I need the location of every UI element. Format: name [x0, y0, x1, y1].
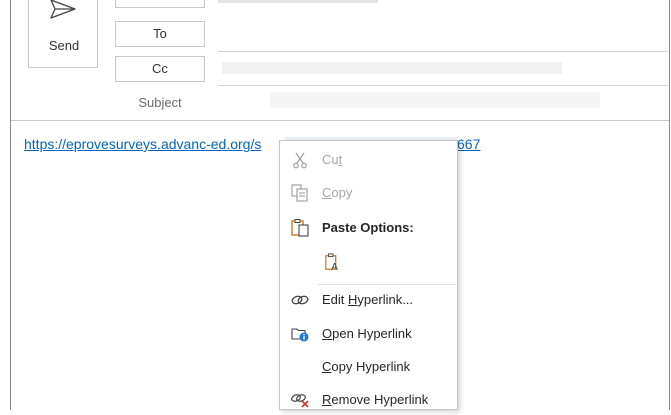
menu-label-cut: Cut	[322, 152, 343, 167]
menu-item-open-hyperlink[interactable]: Open Hyperlink	[280, 319, 457, 349]
cc-button[interactable]: Cc	[115, 56, 205, 82]
menu-item-remove-hyperlink[interactable]: Remove Hyperlink	[280, 385, 457, 415]
send-icon	[50, 0, 76, 19]
menu-item-copy[interactable]: Copy	[280, 178, 457, 208]
copy-icon	[291, 184, 308, 202]
send-button[interactable]: Send	[28, 0, 98, 68]
cc-field-redacted	[222, 62, 562, 74]
subject-field-redacted	[270, 92, 600, 108]
remove-link-icon	[291, 394, 309, 408]
paste-options-heading: Paste Options:	[322, 220, 414, 235]
menu-label-edit-hyperlink: Edit Hyperlink...	[322, 292, 414, 307]
cc-field-underline	[218, 85, 668, 86]
menu-item-edit-hyperlink[interactable]: Edit Hyperlink...	[280, 285, 457, 315]
svg-text:A: A	[331, 262, 338, 271]
menu-label-remove-hyperlink: Remove Hyperlink	[322, 392, 429, 407]
to-button[interactable]: To	[115, 21, 205, 47]
menu-label-copy: Copy	[322, 185, 353, 200]
menu-label-copy-hyperlink: Copy Hyperlink	[322, 359, 411, 374]
header-separator	[11, 120, 669, 121]
paste-keep-text-only-button[interactable]: A	[316, 247, 348, 277]
send-label: Send	[48, 38, 80, 53]
menu-label-open-hyperlink: Open Hyperlink	[322, 326, 412, 341]
subject-label: Subject	[138, 95, 182, 110]
from-button-edge	[115, 0, 205, 8]
menu-item-paste-options: Paste Options:	[280, 213, 457, 243]
hyperlink-tail[interactable]: 667	[457, 136, 480, 152]
menu-item-cut[interactable]: Cut	[280, 145, 457, 175]
clipboard-icon	[291, 219, 309, 237]
open-link-icon	[291, 328, 309, 342]
menu-item-copy-hyperlink[interactable]: Copy Hyperlink	[280, 352, 457, 382]
to-field-underline	[218, 51, 668, 52]
scissors-icon	[293, 152, 307, 169]
link-icon	[291, 295, 309, 305]
hyperlink[interactable]: https://eprovesurveys.advanc-ed.org/s	[24, 136, 261, 152]
paste-text-only-icon: A	[325, 253, 338, 271]
from-field-redacted	[218, 0, 378, 3]
context-menu: Cut Copy Paste Options: A Edit Hyperlink…	[279, 140, 458, 410]
